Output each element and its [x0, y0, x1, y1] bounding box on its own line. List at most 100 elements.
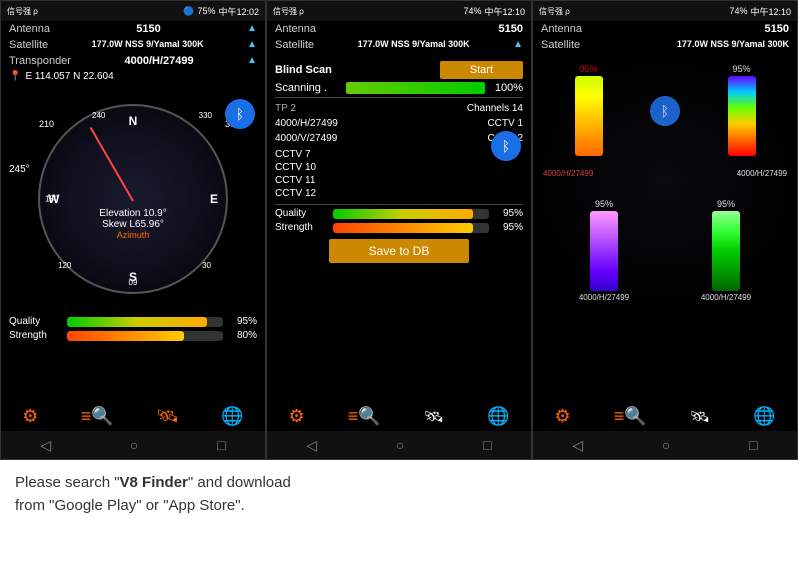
system-nav-3: ◁ ○ □ [533, 431, 797, 459]
elevation-text: Elevation 10.9° [99, 208, 166, 219]
arrow-icon-s2: ▲ [513, 39, 523, 51]
quality-track-1 [67, 317, 223, 327]
antenna-label-2: Antenna [275, 23, 316, 35]
search-icon-3[interactable]: ≡🔍 [614, 406, 647, 427]
search-icon-2[interactable]: ≡🔍 [348, 406, 381, 427]
divider-1 [275, 97, 523, 98]
save-to-db-button[interactable]: Save to DB [329, 239, 470, 263]
arrow-icon-3: ▲ [247, 55, 257, 67]
status-bar-1: 信号强 ρ 🔵 75% 中午12:02 [1, 1, 265, 21]
antenna-row-1: Antenna 5150 ▲ [1, 21, 265, 37]
recents-btn-3[interactable]: □ [749, 437, 757, 453]
channel-list: CCTV 7 CCTV 10 CCTV 11 CCTV 12 [275, 148, 523, 200]
globe-icon-2[interactable]: 🌐 [487, 406, 509, 427]
bluetooth-icon-btn-2: ᛒ [502, 138, 510, 154]
degree-245: 245° [9, 164, 30, 175]
globe-icon-1[interactable]: 🌐 [221, 406, 243, 427]
settings-icon-3[interactable]: ⚙ [555, 406, 571, 427]
satellite-value-3: 177.0W NSS 9/Yamal 300K [677, 39, 789, 51]
degree-120-inner: 120 [58, 261, 71, 270]
satellite-row-2: Satellite 177.0W NSS 9/Yamal 300K ▲ [267, 37, 531, 53]
tp1-value: 4000/H/27499 [275, 118, 338, 129]
home-btn-3[interactable]: ○ [662, 437, 670, 453]
bar4-fill [712, 211, 740, 291]
bluetooth-area-3: ᛒ [650, 60, 680, 162]
start-button[interactable]: Start [440, 61, 523, 79]
antenna-row-3: Antenna 5150 [533, 21, 797, 37]
tp2-row: 4000/V/27499 CCTV 2 [275, 131, 523, 146]
gps-coords-1: E 114.057 N 22.604 [25, 71, 113, 82]
satellite-icon-2[interactable]: 🛰 [424, 407, 444, 427]
quality-bar-row-1: Quality 95% [9, 316, 257, 327]
globe-icon-3[interactable]: 🌐 [753, 406, 775, 427]
recents-btn-1[interactable]: □ [217, 437, 225, 453]
tp2-value: 4000/V/27499 [275, 133, 337, 144]
strength-track-2 [333, 223, 489, 233]
screen3-top-bars: 95% ᛒ 95% [538, 60, 792, 162]
status-right-1: 🔵 75% 中午12:02 [183, 5, 259, 18]
bluetooth-button-3[interactable]: ᛒ [650, 96, 680, 126]
scanning-fill [346, 82, 485, 94]
status-bar-2: 信号强 ρ 74% 中午12:10 [267, 1, 531, 21]
bar4-label: 4000/H/27499 [701, 293, 751, 302]
channel-item-cctv10: CCTV 10 [275, 161, 523, 174]
status-left-2: 信号强 ρ [273, 6, 304, 17]
battery-2: 74% [463, 6, 481, 16]
battery-3: 74% [729, 6, 747, 16]
satellite-icon-3[interactable]: 🛰 [690, 407, 710, 427]
footer-app-name: V8 Finder [120, 474, 188, 491]
scanning-row: Scanning . 100% [275, 82, 523, 94]
arrow-icon-2: ▲ [247, 39, 257, 51]
scanning-track [346, 82, 485, 94]
status-right-3: 74% 中午12:10 [729, 5, 791, 18]
home-btn-2[interactable]: ○ [396, 437, 404, 453]
gps-row-1: 📍 E 114.057 N 22.604 [1, 69, 265, 84]
degree-330-inner: 330 [199, 111, 212, 120]
signal-text-2: 信号强 ρ [273, 6, 304, 17]
blind-scan-label: Blind Scan [275, 64, 332, 76]
transponder-value-1: 4000/H/27499 [124, 55, 193, 67]
arrow-icon-1: ▲ [247, 23, 257, 35]
quality-label-2: Quality [275, 208, 327, 219]
channel-item-cctv12: CCTV 12 [275, 187, 523, 200]
bar2-visual [728, 76, 756, 156]
bar2-fill [728, 76, 756, 156]
tp-label: TP 2 [275, 103, 296, 114]
gps-icon-1: 📍 [9, 71, 21, 82]
bar1-pct: 95% [579, 64, 597, 74]
recents-btn-2[interactable]: □ [483, 437, 491, 453]
signal-bar-2: 95% [714, 64, 769, 158]
strength-fill-2 [333, 223, 473, 233]
bottom-nav-2: ⚙ ≡🔍 🛰 🌐 [267, 402, 531, 431]
bluetooth-button-1[interactable]: ᛒ [225, 99, 255, 129]
search-icon-1[interactable]: ≡🔍 [81, 406, 114, 427]
satellite-label-3: Satellite [541, 39, 580, 51]
tp-label-white-1: 4000/H/27499 [737, 169, 787, 178]
bluetooth-button-2[interactable]: ᛒ [491, 131, 521, 161]
back-btn-2[interactable]: ◁ [306, 437, 317, 454]
compass-E: E [210, 192, 218, 206]
time-1: 中午12:02 [218, 5, 259, 18]
quality-fill-1 [67, 317, 207, 327]
back-btn-1[interactable]: ◁ [40, 437, 51, 454]
strength-bar-row-1: Strength 80% [9, 330, 257, 341]
divider-2 [275, 204, 523, 205]
footer-text: Please search "V8 Finder" and download f… [0, 460, 800, 525]
antenna-row-2: Antenna 5150 [267, 21, 531, 37]
satellite-label-2: Satellite [275, 39, 314, 51]
antenna-label-3: Antenna [541, 23, 582, 35]
system-nav-2: ◁ ○ □ [267, 431, 531, 459]
tp1-row: 4000/H/27499 CCTV 1 [275, 116, 523, 131]
quality-fill-2 [333, 209, 473, 219]
back-btn-3[interactable]: ◁ [572, 437, 583, 454]
blind-scan-row: Blind Scan Start [275, 61, 523, 79]
home-btn-1[interactable]: ○ [130, 437, 138, 453]
footer-prefix: Please search " [15, 474, 120, 491]
bottom-nav-3: ⚙ ≡🔍 🛰 🌐 [533, 402, 797, 431]
phone-screen-3: 信号强 ρ 74% 中午12:10 Antenna 5150 Satellite… [532, 0, 798, 460]
settings-icon-1[interactable]: ⚙ [22, 406, 38, 427]
satellite-icon-1[interactable]: 🛰 [156, 406, 179, 427]
bar4-visual [712, 211, 740, 291]
phone-screen-1: 信号强 ρ 🔵 75% 中午12:02 Antenna 5150 ▲ Satel… [0, 0, 266, 460]
settings-icon-2[interactable]: ⚙ [289, 406, 305, 427]
